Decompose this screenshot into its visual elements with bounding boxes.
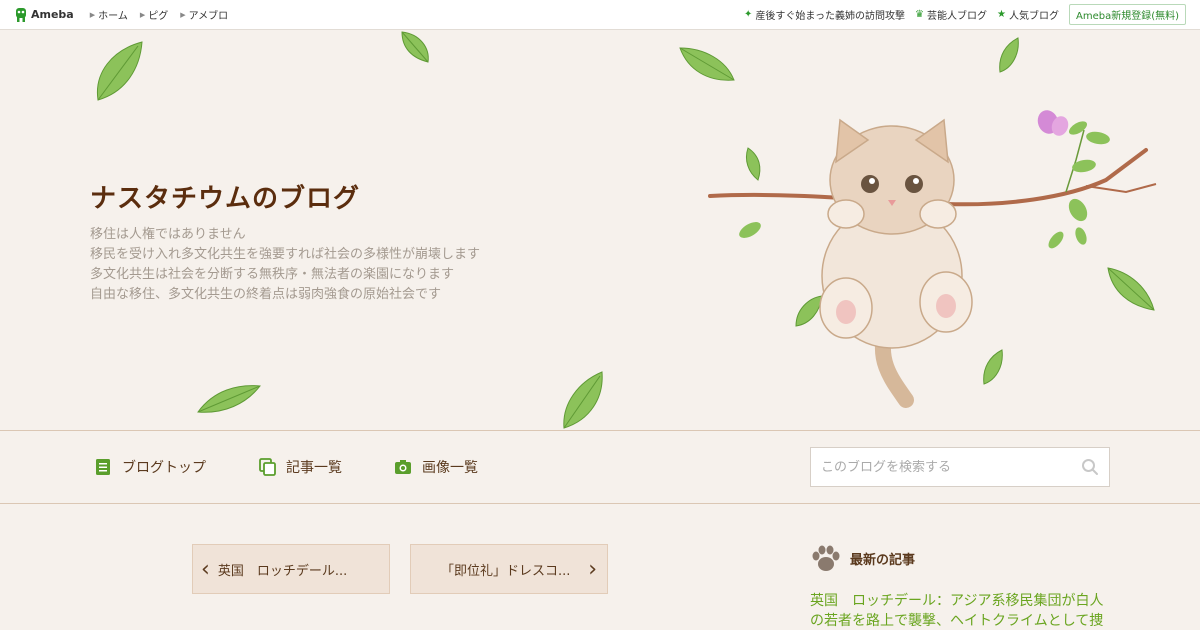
nav-blog-top-label: ブログトップ [122, 460, 206, 476]
latest-article-link[interactable]: 英国 ロッチデール：アジア系移民集団が白人の若者を路上で襲撃、ヘイトクライムとし… [810, 591, 1110, 630]
prev-article-label: 英国 ロッチデール... [217, 563, 348, 579]
paw-icon [812, 545, 840, 571]
latest-articles-title: 最新の記事 [850, 552, 916, 568]
leaf-decoration [96, 41, 143, 101]
nav-blog-top[interactable]: ブログトップ [94, 457, 206, 477]
popular-blog-link[interactable]: ★ 人気ブログ [997, 7, 1059, 22]
blog-search [810, 447, 1110, 487]
blog-title[interactable]: ナスタチウムのブログ [90, 178, 360, 215]
header-links: ✦ 産後すぐ始まった義姉の訪問攻撃 ♛ 芸能人ブログ ★ 人気ブログ Ameba新規登… [744, 4, 1186, 25]
caret-right-icon: ▶ [180, 10, 186, 19]
copy-icon [259, 458, 276, 476]
nav-image-list[interactable]: 画像一覧 [394, 457, 478, 477]
nav-ameblo-link[interactable]: ▶ アメブロ [180, 7, 229, 23]
description-line: 多文化共生は社会を分断する無秩序・無法者の楽園になります [90, 267, 455, 282]
leaf-decoration [999, 37, 1019, 73]
trending-topic-label: 産後すぐ始まった義姉の訪問攻撃 [755, 11, 906, 22]
celebrity-blog-link[interactable]: ♛ 芸能人ブログ [915, 7, 987, 22]
nav-article-list[interactable]: 記事一覧 [258, 457, 342, 477]
caret-right-icon: ▶ [89, 10, 96, 19]
nav-home-link[interactable]: ▶ ホーム [89, 7, 128, 23]
signup-button[interactable]: Ameba新規登録(無料) [1068, 4, 1186, 25]
nav-pigg-link[interactable]: ▶ ピグ [139, 7, 169, 23]
blog-navbar: ブログトップ 記事一覧 画像一覧 [0, 430, 1200, 504]
global-nav: ▶ ホーム ▶ ピグ ▶ アメブロ [89, 7, 229, 23]
description-line: 移民を受け入れ多文化共生を強要すれば社会の多様性が崩壊します [90, 247, 481, 262]
crown-icon: ♛ [915, 9, 925, 20]
kitten-illustration [708, 110, 1157, 408]
sparkle-icon: ✦ [744, 9, 753, 20]
logo-text: Ameba [31, 8, 74, 21]
trending-topic-link[interactable]: ✦ 産後すぐ始まった義姉の訪問攻撃 [744, 7, 905, 22]
nav-pigg-label: ピグ [148, 11, 169, 22]
star-icon: ★ [997, 9, 1006, 20]
popular-blog-label: 人気ブログ [1008, 11, 1059, 22]
latest-articles-heading: 最新の記事 [810, 544, 915, 572]
nav-home-label: ホーム [98, 11, 128, 22]
next-article-button[interactable]: 「即位礼」ドレスコ... › [410, 544, 608, 594]
ameba-logo[interactable]: Ameba [14, 7, 74, 23]
blog-description: 移住は人権ではありません 移民を受け入れ多文化共生を強要すれば社会の多様性が崩壊… [90, 225, 480, 305]
ameba-logo-icon [16, 7, 26, 22]
global-header: Ameba ▶ ホーム ▶ ピグ ▶ アメブロ ✦ 産後すぐ始まった義姉の訪問攻撃 ♛ 芸… [0, 0, 1200, 30]
celebrity-blog-label: 芸能人ブログ [927, 11, 988, 22]
search-icon[interactable] [1081, 458, 1099, 476]
nav-image-list-label: 画像一覧 [422, 460, 478, 476]
description-line: 自由な移住、多文化共生の終着点は弱肉強食の原始社会です [90, 287, 442, 302]
caret-right-icon: ▶ [139, 10, 146, 19]
next-article-label: 「即位礼」ドレスコ... [441, 563, 571, 579]
leaf-decoration [563, 371, 603, 429]
search-input[interactable] [821, 459, 1081, 475]
chevron-right-icon: › [588, 556, 597, 582]
leaf-decoration [401, 31, 429, 63]
prev-article-button[interactable]: ‹ 英国 ロッチデール... [192, 544, 390, 594]
document-icon [96, 459, 110, 475]
leaf-decoration [197, 385, 261, 413]
camera-icon [395, 460, 411, 474]
nav-article-list-label: 記事一覧 [286, 460, 342, 476]
nav-ameblo-label: アメブロ [188, 11, 229, 22]
chevron-left-icon: ‹ [201, 556, 210, 582]
blog-header: ナスタチウムのブログ 移住は人権ではありません 移民を受け入れ多文化共生を強要す… [0, 30, 1200, 430]
description-line: 移住は人権ではありません [90, 227, 246, 242]
